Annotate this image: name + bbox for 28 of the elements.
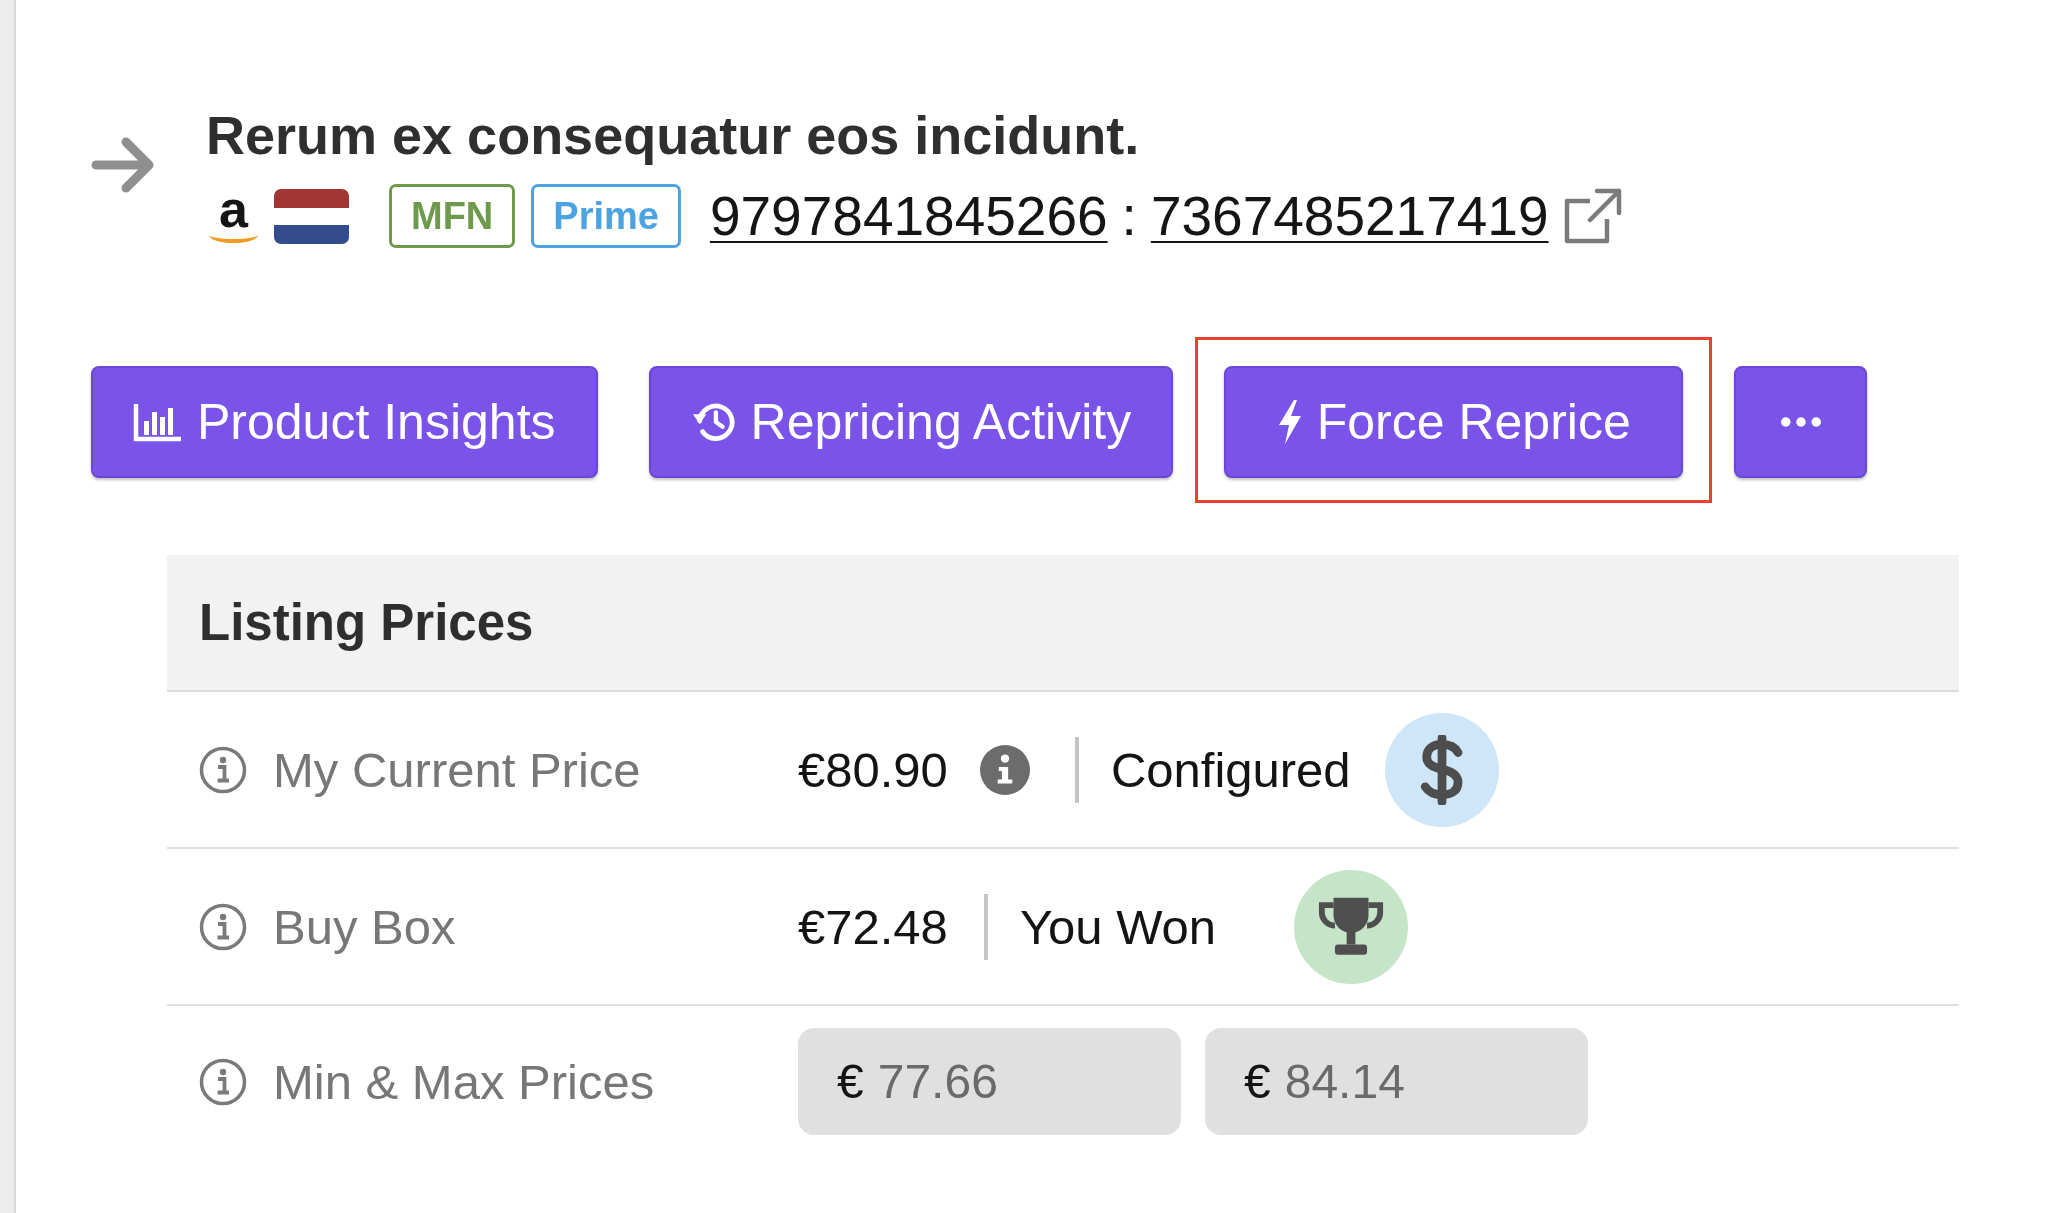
store-logo: a (206, 185, 261, 247)
row-label: Buy Box (273, 898, 456, 955)
info-icon[interactable] (199, 1057, 247, 1106)
action-button[interactable]: Repricing Activity (648, 366, 1174, 478)
info-icon[interactable] (199, 902, 247, 951)
price-value: €80.90 (798, 741, 948, 798)
bar-chart-icon (133, 402, 183, 442)
panel-title: Listing Prices (199, 593, 534, 652)
ellipsis-icon (1780, 417, 1821, 427)
row-label: Min & Max Prices (273, 1053, 655, 1110)
row-label: My Current Price (273, 741, 641, 798)
tag: Prime (531, 184, 681, 248)
lightning-bolt-icon (1276, 400, 1303, 444)
info-icon[interactable] (979, 744, 1030, 795)
info-icon[interactable] (199, 745, 247, 794)
flag-icon (274, 188, 349, 244)
action-button[interactable]: Force Reprice (1224, 366, 1684, 478)
identifier-link[interactable]: 9797841845266 (709, 184, 1108, 248)
external-link-icon[interactable] (1562, 187, 1623, 245)
price-value: €72.48 (798, 898, 948, 955)
status-text: Configured (1110, 741, 1351, 798)
product-title: Rerum ex consequatur eos incidunt. (206, 105, 1141, 165)
identifier-separator: : (1121, 184, 1137, 248)
tag: MFN (389, 184, 516, 248)
status-text: You Won (1019, 898, 1218, 955)
identifier-link[interactable]: 7367485217419 (1150, 184, 1549, 248)
more-button[interactable] (1734, 366, 1868, 478)
action-button[interactable]: Product Insights (91, 366, 598, 478)
